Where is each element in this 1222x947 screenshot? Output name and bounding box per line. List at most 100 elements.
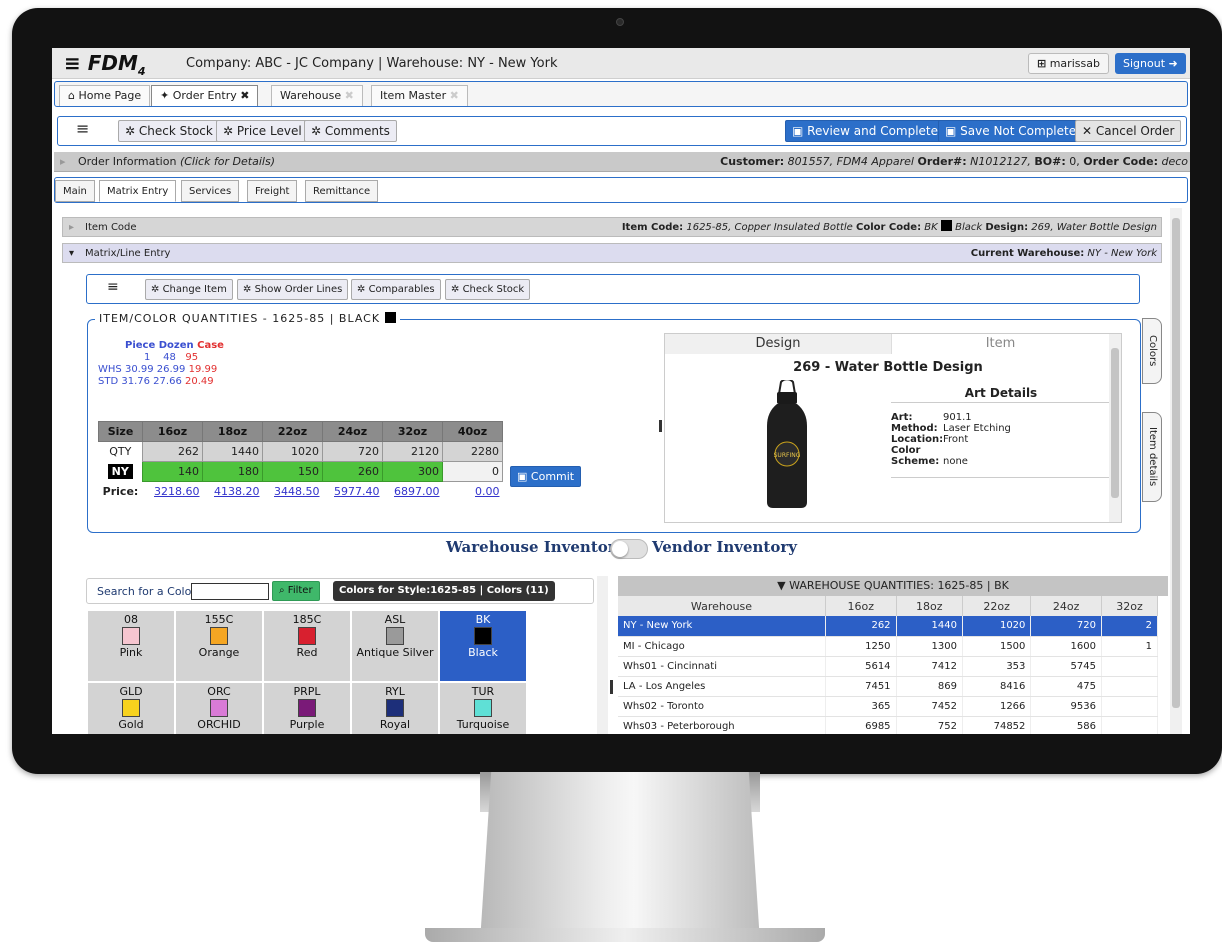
tab-warehouse[interactable]: Warehouse ✖ <box>271 85 363 106</box>
color-search-input[interactable] <box>191 583 269 600</box>
subtab-remittance[interactable]: Remittance <box>305 180 379 202</box>
price-link[interactable]: 6897.00 <box>394 485 440 498</box>
table-row[interactable]: MI - Chicago 1250 1300 1500 1600 1 <box>618 636 1159 657</box>
close-icon[interactable]: ✖ <box>450 89 459 102</box>
subtab-freight[interactable]: Freight <box>247 180 298 202</box>
uom-qty-case: 95 <box>185 352 199 363</box>
filter-icon[interactable]: ▼ <box>777 579 785 592</box>
price-link[interactable]: 5977.40 <box>334 485 380 498</box>
toolbar-menu-icon[interactable]: ≡ <box>76 119 89 138</box>
ny-qty-input[interactable]: 300 <box>382 461 443 482</box>
save-not-complete-button[interactable]: ▣ Save Not Complete <box>938 120 1084 142</box>
col-18oz[interactable]: 18oz <box>896 596 963 616</box>
order-subtabs: Main Matrix Entry Services Freight Remit… <box>54 177 1188 203</box>
col-24oz[interactable]: 24oz <box>1030 596 1102 616</box>
ny-warehouse-badge: NY <box>107 464 133 479</box>
price-level-button[interactable]: ✲ Price Level <box>216 120 309 142</box>
ny-qty-input[interactable]: 260 <box>322 461 383 482</box>
cell: 7452 <box>896 696 963 717</box>
hamburger-icon[interactable]: ≡ <box>64 51 81 75</box>
table-row[interactable]: NY - New York 262 1440 1020 720 2 <box>618 616 1159 637</box>
item-details-side-tab[interactable]: Item details <box>1142 412 1162 502</box>
price-link[interactable]: 3448.50 <box>274 485 320 498</box>
subtab-matrix-entry[interactable]: Matrix Entry <box>99 180 177 202</box>
pane-splitter[interactable] <box>659 420 662 432</box>
col-16oz[interactable]: 16oz <box>825 596 897 616</box>
check-stock-button[interactable]: ✲ Check Stock <box>118 120 220 142</box>
scrollbar-thumb[interactable] <box>1172 218 1180 708</box>
price-link[interactable]: 3218.60 <box>154 485 200 498</box>
col-warehouse[interactable]: Warehouse <box>618 596 826 616</box>
color-swatch-gld[interactable]: GLD Gold <box>88 683 174 734</box>
colors-side-tab[interactable]: Colors <box>1142 318 1162 384</box>
order-value: N1012127, <box>970 155 1031 168</box>
tab-design[interactable]: Design <box>665 334 891 354</box>
cell: LA - Los Angeles <box>618 676 826 697</box>
ny-qty-input[interactable]: 140 <box>142 461 203 482</box>
filter-button[interactable]: ⌕ Filter <box>272 581 320 601</box>
color-swatch-155c[interactable]: 155C Orange <box>176 611 262 681</box>
color-swatch-bk[interactable]: BK Black <box>440 611 526 681</box>
table-row[interactable]: Whs02 - Toronto 365 7452 1266 9536 <box>618 696 1159 717</box>
col-22oz[interactable]: 22oz <box>962 596 1032 616</box>
ny-qty-input[interactable]: 0 <box>442 461 503 482</box>
item-code-bar[interactable]: ▸ Item Code Item Code: 1625-85, Copper I… <box>62 217 1162 237</box>
table-row[interactable]: Whs03 - Peterborough 6985 752 74852 586 <box>618 716 1159 734</box>
user-button[interactable]: ⊞ marissab <box>1028 53 1109 74</box>
tab-label: Order Entry <box>172 89 237 102</box>
color-swatch-orc[interactable]: ORC ORCHID <box>176 683 262 734</box>
check-stock-button[interactable]: ✲ Check Stock <box>445 279 531 300</box>
matrix-menu-icon[interactable]: ≡ <box>107 279 119 295</box>
table-row[interactable]: LA - Los Angeles 7451 869 8416 475 <box>618 676 1159 697</box>
subtab-main[interactable]: Main <box>55 180 95 202</box>
color-swatch-185c[interactable]: 185C Red <box>264 611 350 681</box>
item-code-summary: Item Code: 1625-85, Copper Insulated Bot… <box>622 218 1157 238</box>
subtab-services[interactable]: Services <box>181 180 240 202</box>
ny-qty-input[interactable]: 150 <box>262 461 323 482</box>
cell: 2 <box>1101 616 1159 637</box>
order-information-bar[interactable]: ▸ Order Information (Click for Details) … <box>54 152 1190 172</box>
ny-qty-input[interactable]: 180 <box>202 461 263 482</box>
tab-home[interactable]: ⌂ Home Page <box>59 85 151 106</box>
comparables-button[interactable]: ✲ Comparables <box>351 279 441 300</box>
col-32oz[interactable]: 32oz <box>1101 596 1159 616</box>
price-link[interactable]: 4138.20 <box>214 485 260 498</box>
tab-item[interactable]: Item <box>891 334 1109 354</box>
uom-pricing: Piece Dozen Case 1 48 95 WHS 30.99 26.99… <box>98 340 224 388</box>
swatch-scrollbar[interactable] <box>597 576 608 734</box>
art-divider <box>891 477 1111 478</box>
comments-button[interactable]: ✲ Comments <box>304 120 397 142</box>
order-summary: Customer: 801557, FDM4 Apparel Order#: N… <box>720 152 1188 172</box>
app-logo[interactable]: ≡ FDM4 <box>64 51 146 78</box>
price-link[interactable]: 0.00 <box>475 485 500 498</box>
collapse-caret-icon: ▸ <box>69 222 75 233</box>
commit-button[interactable]: ▣ Commit <box>510 466 582 487</box>
gear-icon: ✲ <box>357 284 366 295</box>
cell: 8416 <box>962 676 1032 697</box>
change-item-button[interactable]: ✲ Change Item <box>145 279 233 300</box>
table-row[interactable]: Whs01 - Cincinnati 5614 7412 353 5745 <box>618 656 1159 677</box>
cancel-order-button[interactable]: ✕ Cancel Order <box>1075 120 1182 142</box>
signout-button[interactable]: Signout ➜ <box>1115 53 1186 74</box>
color-swatch-ryl[interactable]: RYL Royal <box>352 683 438 734</box>
color-swatch-asl[interactable]: ASL Antique Silver <box>352 611 438 681</box>
review-complete-button[interactable]: ▣ Review and Complete <box>785 120 946 142</box>
color-swatch-tur[interactable]: TUR Turquoise <box>440 683 526 734</box>
show-order-lines-button[interactable]: ✲ Show Order Lines <box>237 279 349 300</box>
design-scrollbar[interactable] <box>1109 334 1121 522</box>
scrollbar-thumb[interactable] <box>1111 348 1119 498</box>
page-scrollbar[interactable] <box>1170 208 1182 734</box>
color-code-key: Color Code: <box>856 222 922 233</box>
matrix-line-entry-bar[interactable]: ▾ Matrix/Line Entry Current Warehouse: N… <box>62 243 1162 263</box>
color-swatch-08[interactable]: 08 Pink <box>88 611 174 681</box>
matrix-bar-label: Matrix/Line Entry <box>85 248 171 259</box>
toggle-knob[interactable] <box>612 541 628 557</box>
pane-splitter[interactable] <box>610 680 613 694</box>
tab-order-entry[interactable]: ✦ Order Entry ✖ <box>151 85 259 106</box>
close-icon[interactable]: ✖ <box>240 89 249 102</box>
color-swatch-prpl[interactable]: PRPL Purple <box>264 683 350 734</box>
tab-item-master[interactable]: Item Master ✖ <box>371 85 468 106</box>
inventory-toggle[interactable] <box>610 539 648 559</box>
close-icon[interactable]: ✖ <box>345 89 354 102</box>
order-key: Order#: <box>917 155 967 168</box>
